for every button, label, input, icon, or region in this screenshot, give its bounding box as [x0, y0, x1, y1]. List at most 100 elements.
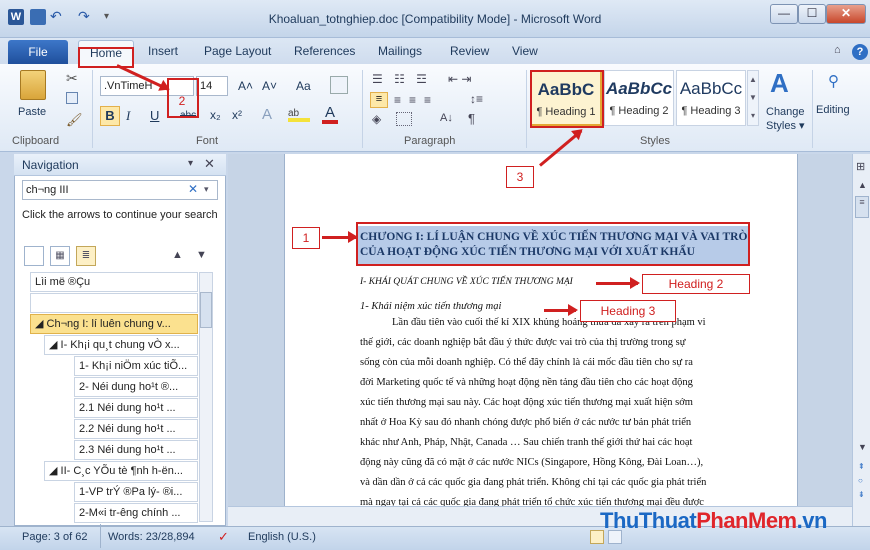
previous-result-icon[interactable]: ▲: [172, 249, 183, 261]
doc-line[interactable]: thế giới, các doanh nghiệp bắt đầu ý thứ…: [360, 333, 754, 354]
nav-item[interactable]: 2.2 Néi dung ho¹t ...: [74, 419, 198, 439]
change-styles-icon[interactable]: A: [770, 68, 789, 99]
align-left-button[interactable]: ≡: [370, 92, 388, 108]
doc-line[interactable]: sống còn của mỗi doanh nghiệp. Có thể đâ…: [360, 353, 754, 374]
nav-item[interactable]: 2-M«i tr-êng chính ...: [74, 503, 198, 523]
next-result-icon[interactable]: ▼: [196, 249, 207, 261]
find-icon[interactable]: ⚲: [828, 72, 839, 90]
nav-hint-text: Click the arrows to continue your search: [22, 209, 218, 221]
doc-line[interactable]: động này cũng đã có mặt ở các nước NICs …: [360, 453, 754, 474]
show-marks-button[interactable]: ¶: [468, 111, 475, 126]
annotation-label-3: 3: [506, 166, 534, 188]
status-page[interactable]: Page: 3 of 62: [22, 531, 87, 543]
maximize-button[interactable]: ☐: [798, 4, 826, 24]
borders-icon[interactable]: [396, 112, 412, 126]
nav-item[interactable]: 1- Kh¡i niÖm xúc tiÕ...: [74, 356, 198, 376]
nav-item-selected[interactable]: ◢ Ch¬ng I: lí luên chung v...: [30, 314, 198, 334]
doc-line[interactable]: đời Marketing quốc tế và những hoạt động…: [360, 373, 754, 394]
highlight-icon[interactable]: ab: [288, 108, 310, 122]
grow-font-button[interactable]: A˄: [238, 79, 253, 93]
annotation-arrow: [322, 231, 358, 243]
tab-file[interactable]: File: [8, 40, 68, 64]
scroll-up-icon[interactable]: ▲: [858, 180, 867, 190]
line-spacing-icon[interactable]: ↕≡: [470, 92, 483, 106]
browse-pages-icon[interactable]: ▦: [50, 246, 70, 266]
bold-button[interactable]: B: [100, 106, 120, 126]
nav-item[interactable]: ◢ I- Kh¡i qu¸t chung vÒ x...: [44, 335, 198, 355]
browse-object-icons[interactable]: ⇞ ○ ⇟: [858, 460, 865, 502]
styles-scroll[interactable]: ▲ ▼ ▾: [747, 70, 759, 126]
doc-line[interactable]: Lần đầu tiên vào cuối thế kỉ XIX khủng h…: [392, 313, 754, 334]
clear-formatting-icon[interactable]: [330, 76, 348, 94]
annotation-arrow: [596, 277, 640, 289]
shading-icon[interactable]: ◈: [372, 112, 381, 126]
tab-review[interactable]: Review: [450, 44, 489, 58]
list-buttons[interactable]: ☰ ☷ ☲: [372, 72, 431, 86]
superscript-button[interactable]: x²: [232, 108, 242, 122]
status-words[interactable]: Words: 23/28,894: [108, 531, 195, 543]
close-button[interactable]: ✕: [826, 4, 866, 24]
search-options-icon[interactable]: ▾: [204, 184, 209, 195]
browse-headings-icon[interactable]: [24, 246, 44, 266]
tab-references[interactable]: References: [294, 44, 355, 58]
doc-heading-3[interactable]: 1- Khái niệm xúc tiến thương mại: [360, 301, 501, 312]
copy-icon[interactable]: [66, 92, 78, 104]
nav-scroll-thumb[interactable]: [200, 292, 212, 328]
annotation-box-heading1: [356, 222, 750, 266]
paste-icon[interactable]: [20, 70, 46, 100]
style-heading-3[interactable]: AaBbCc ¶ Heading 3: [676, 70, 746, 126]
minimize-ribbon-icon[interactable]: ⌂: [834, 44, 841, 56]
clear-search-icon[interactable]: ✕: [188, 182, 198, 196]
font-size-combo[interactable]: 14: [196, 76, 228, 96]
text-effects-icon[interactable]: A: [262, 106, 272, 123]
align-buttons[interactable]: ≡≡≡: [394, 93, 439, 107]
style-name: ¶ Heading 2: [609, 105, 669, 117]
nav-item[interactable]: 2.1 Néi dung ho¹t ...: [74, 398, 198, 418]
scroll-down-icon[interactable]: ▼: [858, 442, 867, 452]
ruler-toggle-icon[interactable]: ⊞: [856, 160, 865, 173]
scroll-thumb[interactable]: ≡: [855, 196, 869, 218]
annotation-arrow: [544, 304, 578, 316]
nav-item[interactable]: 2.3 Néi dung ho¹t ...: [74, 440, 198, 460]
change-styles-button-2[interactable]: Styles ▾: [766, 119, 805, 132]
nav-item[interactable]: Lìi më ®Çu: [30, 272, 198, 292]
annotation-label-heading2: Heading 2: [642, 274, 750, 294]
minimize-button[interactable]: —: [770, 4, 798, 24]
change-case-button[interactable]: Aa: [296, 79, 311, 93]
browse-results-icon[interactable]: ≣: [76, 246, 96, 266]
nav-item[interactable]: [30, 293, 198, 313]
doc-line[interactable]: khác như Anh, Pháp, Nhật, Canada … Sau c…: [360, 433, 754, 454]
nav-menu-icon[interactable]: ▾: [188, 158, 193, 169]
indent-icons[interactable]: ⇤ ⇥: [448, 72, 471, 86]
sort-icon[interactable]: A↓: [440, 112, 453, 124]
style-heading-2[interactable]: AaBbCc ¶ Heading 2: [604, 70, 674, 126]
paste-button[interactable]: Paste: [18, 106, 46, 118]
window-title: Khoaluan_totnghiep.doc [Compatibility Mo…: [268, 12, 602, 26]
nav-item[interactable]: ◢ II- C¸c YÕu tè ¶nh h-ën...: [44, 461, 198, 481]
shrink-font-button[interactable]: A˅: [262, 79, 277, 93]
nav-item[interactable]: 2- Néi dung ho¹t ®...: [74, 377, 198, 397]
tab-page-layout[interactable]: Page Layout: [204, 44, 271, 58]
tab-insert[interactable]: Insert: [148, 44, 178, 58]
nav-item[interactable]: 1-VP trÝ ®Pa lý- ®i...: [74, 482, 198, 502]
doc-heading-2[interactable]: I- KHÁI QUÁT CHUNG VỀ XÚC TIẾN THƯƠNG MẠ…: [360, 277, 573, 287]
tab-mailings[interactable]: Mailings: [378, 44, 422, 58]
underline-button[interactable]: U: [150, 108, 159, 123]
help-icon[interactable]: ?: [852, 44, 868, 60]
italic-button[interactable]: I: [126, 108, 130, 124]
font-color-icon[interactable]: A: [322, 104, 338, 124]
group-divider: [812, 70, 813, 148]
proofing-icon[interactable]: ✓: [218, 529, 229, 545]
doc-line[interactable]: nhất ở Hoa Kỳ sau đó nhanh chóng được ph…: [360, 413, 754, 434]
tab-view[interactable]: View: [512, 44, 538, 58]
clipboard-group-label: Clipboard: [12, 135, 60, 147]
cut-icon[interactable]: ✂: [66, 70, 78, 87]
status-language[interactable]: English (U.S.): [248, 531, 316, 543]
change-styles-button[interactable]: Change: [766, 106, 805, 118]
nav-close-icon[interactable]: ✕: [204, 156, 215, 172]
doc-line[interactable]: và dần dần ở cả các quốc gia đang phát t…: [360, 473, 754, 494]
editing-button[interactable]: Editing: [816, 104, 850, 116]
subscript-button[interactable]: x₂: [210, 108, 221, 122]
format-painter-icon[interactable]: 🖌: [66, 112, 83, 128]
doc-line[interactable]: xúc tiến thương mại sau này. Các hoạt độ…: [360, 393, 754, 414]
